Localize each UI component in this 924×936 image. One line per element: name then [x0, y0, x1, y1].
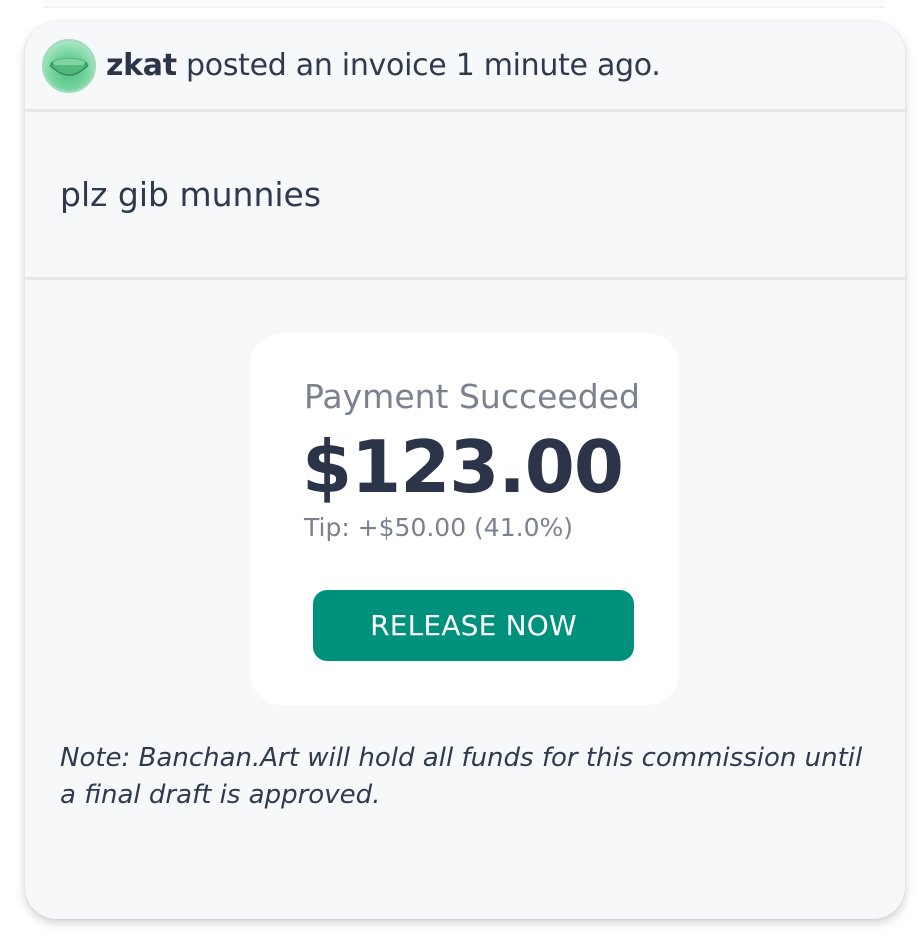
post-meta: zkat posted an invoice 1 minute ago.	[106, 48, 661, 83]
escrow-note: Note: Banchan.Art will hold all funds fo…	[60, 743, 863, 810]
post-action-text: posted an invoice 1 minute ago.	[176, 48, 661, 83]
bowl-icon	[49, 57, 89, 76]
payment-summary: Payment Succeeded $123.00 Tip: +$50.00 (…	[250, 333, 679, 705]
invoice-card: zkat posted an invoice 1 minute ago. plz…	[25, 22, 905, 919]
payment-status: Payment Succeeded	[304, 377, 640, 416]
payment-tip: Tip: +$50.00 (41.0%)	[304, 513, 573, 542]
invoice-header: zkat posted an invoice 1 minute ago.	[25, 22, 905, 112]
release-now-button[interactable]: RELEASE NOW	[313, 590, 634, 661]
payment-amount: $123.00	[302, 425, 624, 509]
invoice-message: plz gib munnies	[25, 112, 905, 280]
username-link[interactable]: zkat	[106, 48, 177, 83]
previous-card-edge	[44, 0, 884, 8]
avatar[interactable]	[42, 38, 96, 93]
